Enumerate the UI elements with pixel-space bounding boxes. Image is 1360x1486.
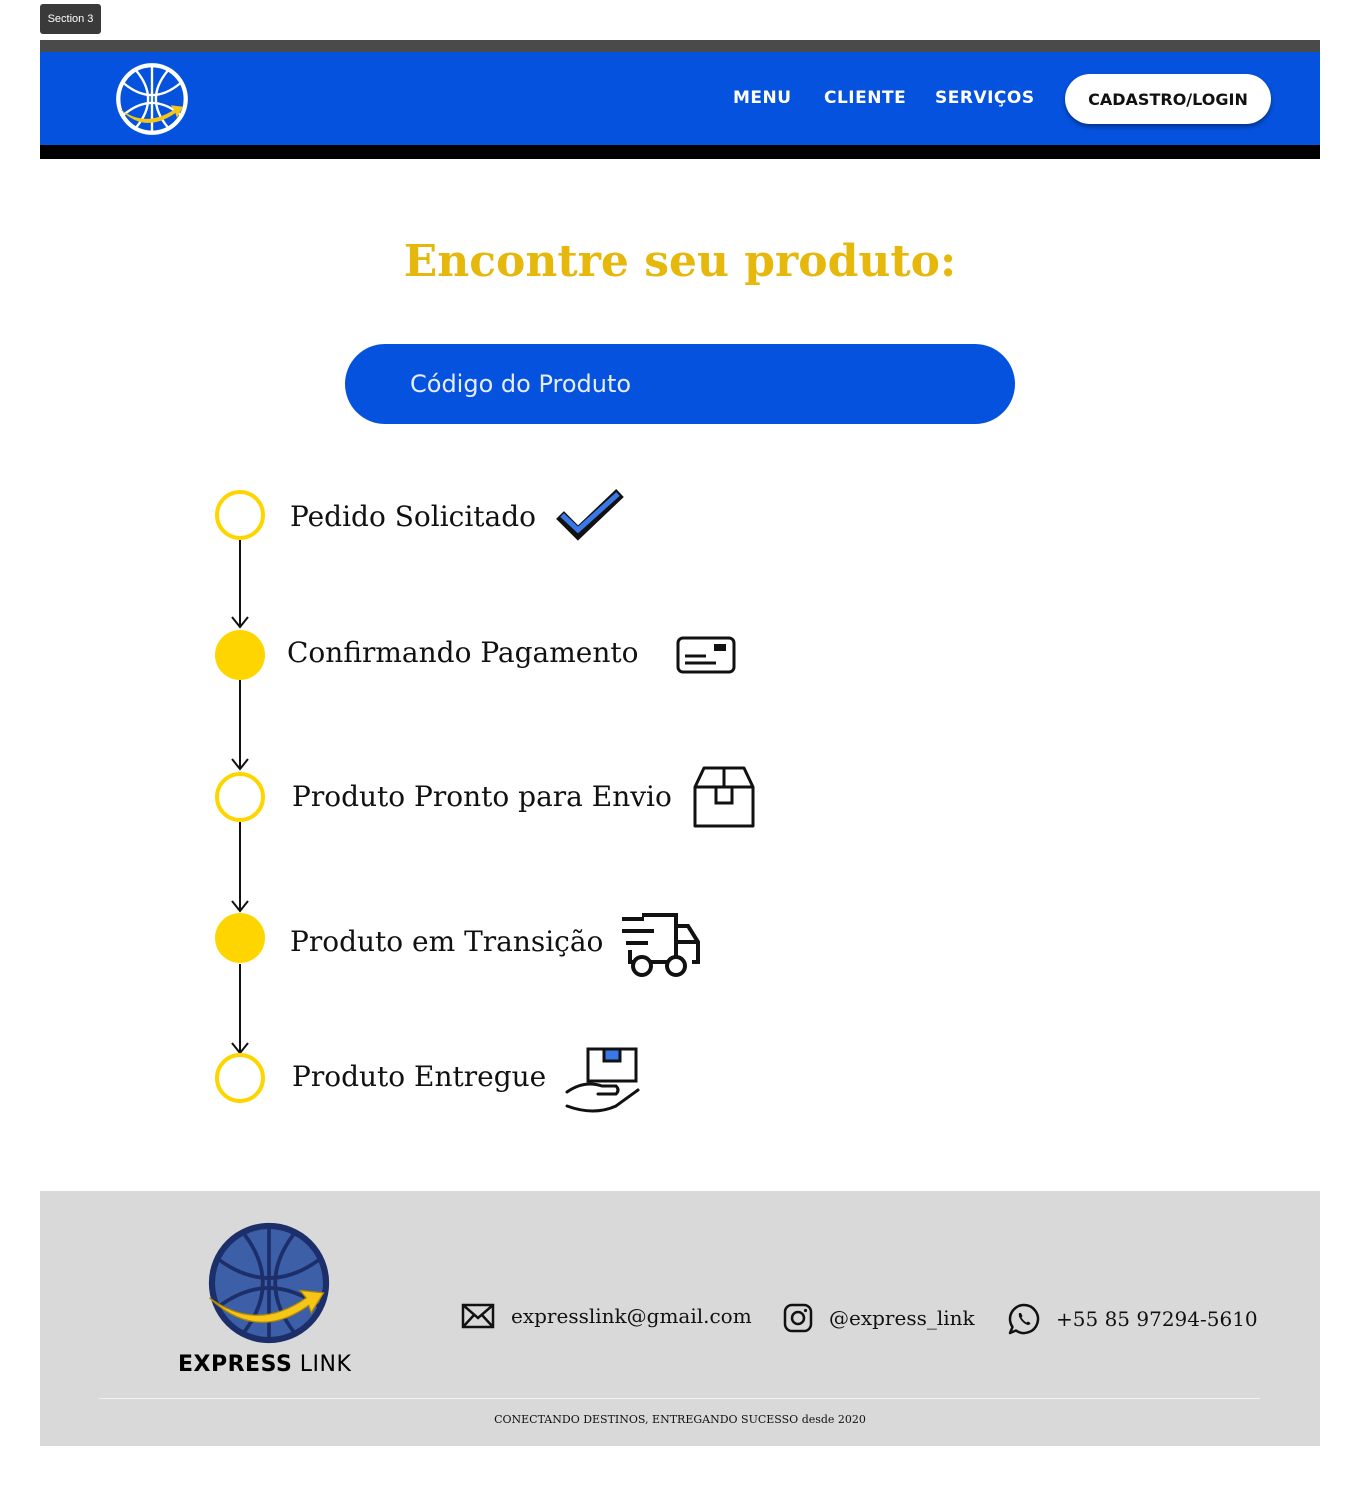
nav-link-cliente[interactable]: CLIENTE (824, 88, 906, 108)
delivery-truck-icon (622, 913, 700, 977)
contact-whatsapp[interactable]: +55 85 97294-5610 (1008, 1303, 1258, 1335)
envelope-icon (461, 1303, 495, 1329)
hand-package-icon (565, 1047, 640, 1113)
contact-email[interactable]: expresslink@gmail.com (461, 1303, 752, 1329)
instagram-icon (783, 1303, 813, 1333)
package-box-icon (693, 766, 755, 828)
nav-bottom-border (40, 145, 1320, 159)
timeline-step-produto-pronto: Produto Pronto para Envio (292, 780, 672, 813)
contact-instagram[interactable]: @express_link (783, 1303, 975, 1333)
timeline-step-pedido-solicitado: Pedido Solicitado (290, 500, 537, 533)
instagram-text: @express_link (829, 1306, 975, 1330)
brand-name-bold: EXPRESS (178, 1352, 293, 1377)
phone-text: +55 85 97294-5610 (1056, 1307, 1258, 1331)
globe-logo-icon[interactable] (207, 1221, 331, 1345)
page-title: Encontre seu produto: (403, 236, 957, 287)
timeline-step-produto-entregue: Produto Entregue (292, 1060, 547, 1093)
navbar: MENU CLIENTE SERVIÇOS CADASTRO/LOGIN (40, 52, 1320, 145)
globe-logo-icon[interactable] (113, 60, 191, 138)
checkmark-icon (556, 489, 624, 541)
brand-name-light: LINK (299, 1352, 352, 1377)
nav-link-servicos[interactable]: SERVIÇOS (935, 88, 1035, 108)
login-button[interactable]: CADASTRO/LOGIN (1065, 74, 1271, 124)
timeline-step-produto-transicao: Produto em Transição (290, 925, 604, 958)
email-text: expresslink@gmail.com (511, 1304, 752, 1328)
nav-link-menu[interactable]: MENU (733, 88, 792, 108)
brand-name: EXPRESS LINK (178, 1352, 351, 1377)
step-marker-3 (215, 772, 265, 822)
step-marker-5 (215, 1053, 265, 1103)
frame-top-bar (40, 40, 1320, 52)
footer-divider (99, 1398, 1260, 1399)
footer: EXPRESS LINK expresslink@gmail.com @expr… (40, 1191, 1320, 1446)
step-marker-4 (215, 913, 265, 963)
product-code-input[interactable] (345, 344, 1015, 424)
step-marker-2 (215, 630, 265, 680)
step-marker-1 (215, 490, 265, 540)
footer-tagline: CONECTANDO DESTINOS, ENTREGANDO SUCESSO … (494, 1413, 866, 1426)
whatsapp-icon (1008, 1303, 1040, 1335)
timeline-step-confirmando-pagamento: Confirmando Pagamento (287, 636, 639, 669)
section-label: Section 3 (40, 4, 101, 34)
credit-card-icon (676, 636, 736, 674)
timeline-track (215, 490, 265, 1103)
